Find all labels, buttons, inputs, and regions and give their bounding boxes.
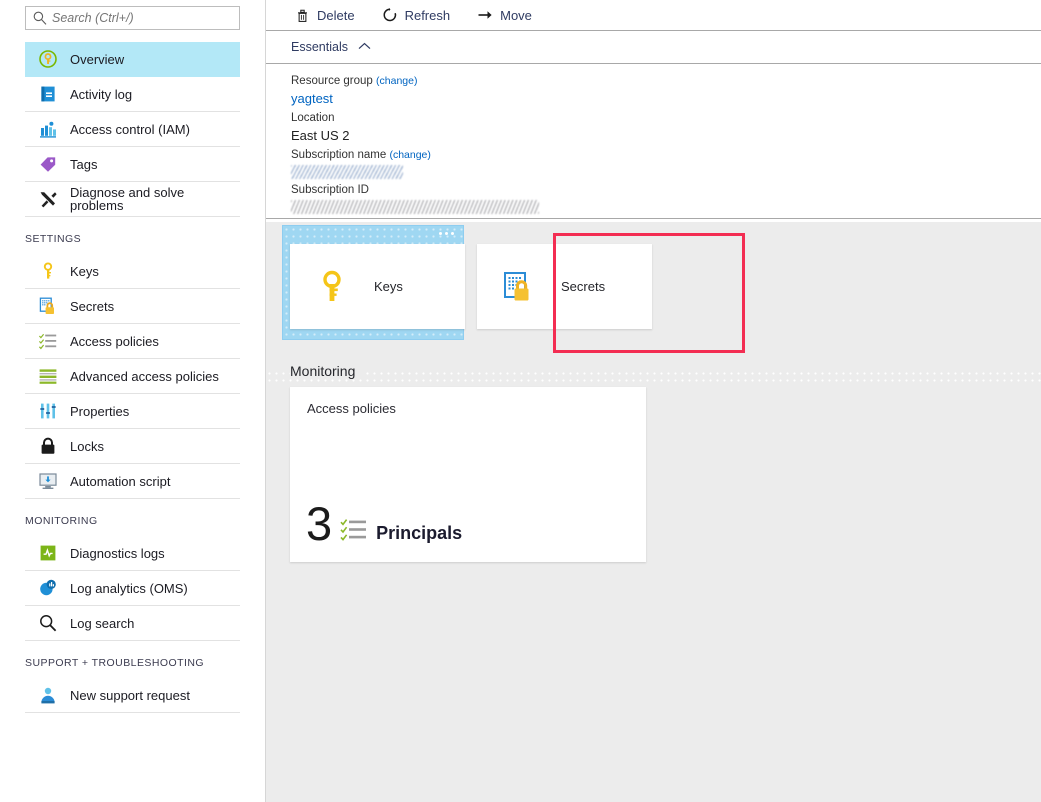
search-icon (32, 10, 48, 26)
essentials-panel: Resource group (change)yagtestLocation E… (266, 64, 1041, 219)
sidebar-group-label-support-troubleshooting: SUPPORT + TROUBLESHOOTING (0, 641, 265, 678)
essentials-key: Subscription ID (291, 182, 1041, 198)
tile-secrets-label: Secrets (561, 279, 605, 294)
checklist-icon (38, 331, 58, 351)
sidebar-item-label: Tags (70, 158, 97, 171)
tile-keys-label: Keys (374, 279, 403, 294)
refresh-label: Refresh (405, 8, 451, 23)
sidebar-item-label: Automation script (70, 475, 170, 488)
sidebar-search (0, 0, 265, 30)
padlock-icon (38, 436, 58, 456)
sidebar-item-label: Properties (70, 405, 129, 418)
essentials-redacted-value (291, 200, 539, 214)
access-control-icon (38, 119, 58, 139)
access-policies-title: Access policies (290, 387, 646, 416)
sidebar-item-log-search[interactable]: Log search (25, 606, 240, 641)
sidebar-item-overview[interactable]: Overview (25, 42, 240, 77)
search-input[interactable] (52, 8, 233, 28)
sidebar-item-access-control-iam[interactable]: Access control (IAM) (25, 112, 240, 147)
search-box[interactable] (25, 6, 240, 30)
sidebar-item-label: Overview (70, 53, 124, 66)
essentials-toggle[interactable]: Essentials (266, 31, 1041, 64)
move-label: Move (500, 8, 532, 23)
sidebar-item-label: Diagnostics logs (70, 547, 165, 560)
principals-metric: 3 Principals (306, 503, 462, 545)
blade-sidebar: Overview Activity log Access control (IAM)… (0, 0, 266, 802)
support-request-icon (38, 685, 58, 705)
command-bar: Delete Refresh Move (266, 0, 1041, 31)
sidebar-item-access-policies[interactable]: Access policies (25, 324, 240, 359)
wrench-hammer-icon (38, 189, 58, 209)
sidebar-item-diagnostics-logs[interactable]: Diagnostics logs (25, 536, 240, 571)
principals-count: 3 (306, 503, 332, 545)
sidebar-item-properties[interactable]: Properties (25, 394, 240, 429)
sidebar-group-label-monitoring: MONITORING (0, 499, 265, 536)
sidebar-item-label: Log search (70, 617, 134, 630)
secret-lock-icon (499, 267, 539, 307)
essentials-redacted-value (291, 165, 403, 179)
essentials-key: Subscription name (change) (291, 147, 1041, 163)
tile-secrets[interactable]: Secrets (477, 244, 652, 329)
principals-label: Principals (376, 523, 462, 544)
diagnostics-logs-icon (38, 543, 58, 563)
sidebar-item-label: Diagnose and solve problems (70, 186, 232, 212)
sidebar-item-label: Locks (70, 440, 104, 453)
essentials-value[interactable]: yagtest (291, 89, 1041, 109)
chevron-up-icon (358, 38, 371, 56)
sidebar-item-locks[interactable]: Locks (25, 429, 240, 464)
sidebar-item-label: Secrets (70, 300, 114, 313)
sidebar-item-tags[interactable]: Tags (25, 147, 240, 182)
sidebar-item-label: Access policies (70, 335, 159, 348)
log-search-icon (38, 613, 58, 633)
essentials-change-link[interactable]: (change) (376, 75, 417, 87)
key-icon (312, 267, 352, 307)
key-icon (38, 261, 58, 281)
tile-dropzone-pattern (266, 370, 1041, 384)
blade-content: Delete Refresh Move (266, 0, 1041, 802)
sidebar-item-label: New support request (70, 689, 190, 702)
checklist-icon (340, 517, 368, 543)
sidebar-item-automation-script[interactable]: Automation script (25, 464, 240, 499)
sidebar-item-advanced-access-policies[interactable]: Advanced access policies (25, 359, 240, 394)
activity-log-icon (38, 84, 58, 104)
log-analytics-icon (38, 578, 58, 598)
essentials-label: Essentials (291, 40, 348, 54)
sidebar-item-new-support-request[interactable]: New support request (25, 678, 240, 713)
secret-lock-icon (38, 296, 58, 316)
automation-script-icon (38, 471, 58, 491)
sidebar-nav: Overview Activity log Access control (IAM)… (0, 42, 265, 713)
refresh-icon (382, 7, 398, 23)
sidebar-group-label-settings: SETTINGS (0, 217, 265, 254)
sidebar-item-label: Log analytics (OMS) (70, 582, 188, 595)
arrow-right-icon (477, 7, 493, 23)
advanced-list-icon (38, 366, 58, 386)
move-button[interactable]: Move (477, 7, 532, 23)
delete-label: Delete (317, 8, 355, 23)
tile-keys[interactable]: Keys (290, 244, 465, 329)
sidebar-item-label: Advanced access policies (70, 370, 219, 383)
tile-access-policies[interactable]: Access policies 3 Principals (290, 387, 646, 562)
trash-icon (294, 7, 310, 23)
sidebar-item-label: Access control (IAM) (70, 123, 190, 136)
sliders-icon (38, 401, 58, 421)
essentials-key: Location (291, 110, 1041, 126)
overview-key-circle-icon (38, 49, 58, 69)
sidebar-item-label: Activity log (70, 88, 132, 101)
sidebar-item-keys[interactable]: Keys (25, 254, 240, 289)
sidebar-item-diagnose-and-solve-problems[interactable]: Diagnose and solve problems (25, 182, 240, 217)
sidebar-item-label: Keys (70, 265, 99, 278)
delete-button[interactable]: Delete (294, 7, 355, 23)
tag-icon (38, 154, 58, 174)
monitoring-section-header: Monitoring (290, 363, 363, 379)
essentials-value: East US 2 (291, 126, 1041, 146)
sidebar-item-log-analytics-oms[interactable]: Log analytics (OMS) (25, 571, 240, 606)
sidebar-item-secrets[interactable]: Secrets (25, 289, 240, 324)
azure-key-vault-overview-blade: Overview Activity log Access control (IAM)… (0, 0, 1041, 802)
refresh-button[interactable]: Refresh (382, 7, 451, 23)
dashboard-area: Keys (266, 222, 1041, 802)
ellipsis-icon[interactable] (439, 232, 454, 235)
sidebar-item-activity-log[interactable]: Activity log (25, 77, 240, 112)
essentials-key: Resource group (change) (291, 73, 1041, 89)
essentials-change-link[interactable]: (change) (389, 149, 430, 161)
